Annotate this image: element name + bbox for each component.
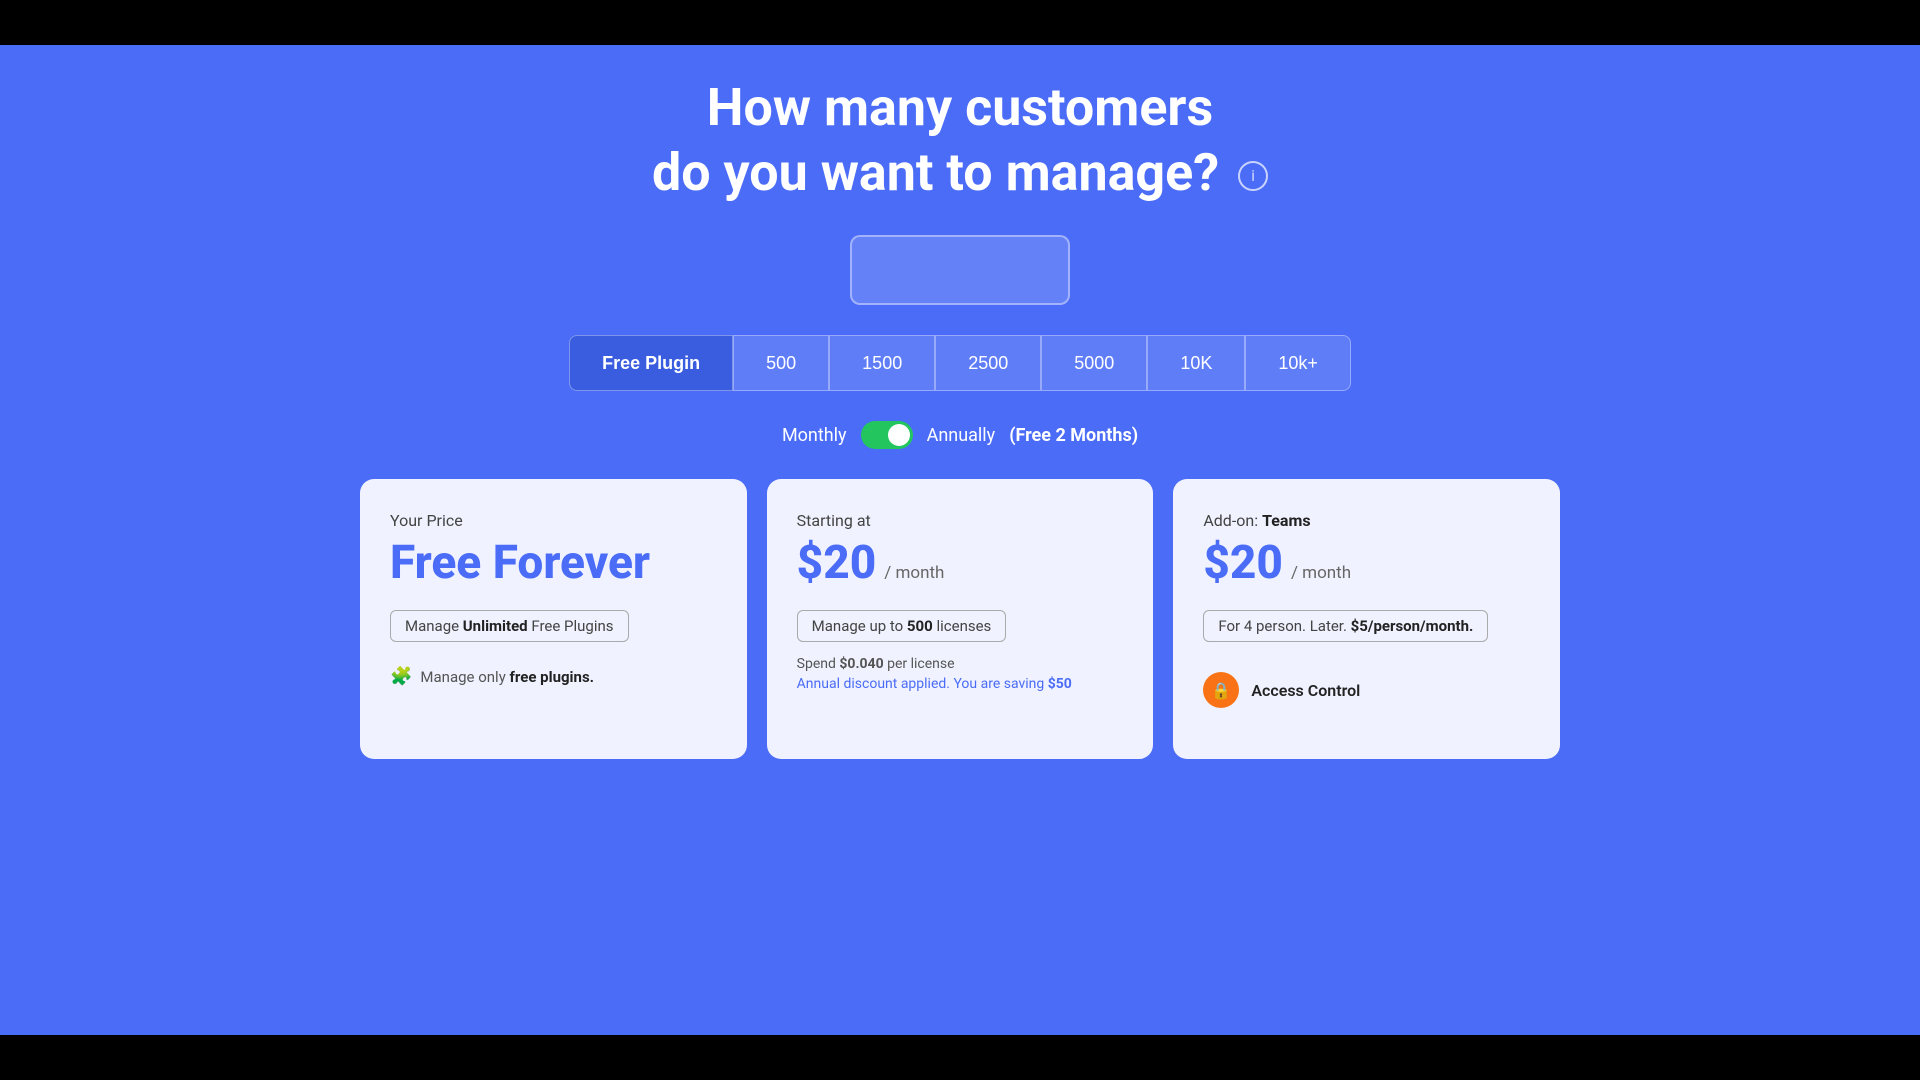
free-card-badge: Manage Unlimited Free Plugins [390, 610, 629, 642]
starter-card-badge: Manage up to 500 licenses [797, 610, 1007, 642]
heading-line2: do you want to manage? [652, 142, 1219, 203]
free-card-label: Your Price [390, 511, 717, 530]
feature-bold: free plugins. [510, 668, 594, 686]
teams-price-amount: $20 [1203, 536, 1283, 590]
starter-spend: Spend $0.040 per license [797, 656, 1124, 672]
free-card-feature: 🧩 Manage only free plugins. [390, 666, 717, 687]
access-control-row: 🔒 Access Control [1203, 672, 1530, 708]
saving-bold: $50 [1048, 676, 1072, 692]
tier-btn-5000[interactable]: 5000 [1041, 335, 1147, 391]
starter-price-period: / month [884, 563, 944, 583]
access-control-icon: 🔒 [1203, 672, 1239, 708]
feature-text: Manage only free plugins. [420, 668, 594, 686]
tier-buttons-group: Free Plugin 500 1500 2500 5000 10K 10k+ [569, 335, 1351, 391]
black-bar-bottom [0, 1035, 1920, 1080]
card-free: Your Price Free Forever Manage Unlimited… [360, 479, 747, 759]
teams-price-period: / month [1291, 563, 1351, 583]
badge-suffix: licenses [933, 617, 992, 635]
billing-toggle[interactable] [861, 421, 913, 449]
teams-addon-label: Add-on: Teams [1203, 511, 1530, 530]
badge-prefix: Manage [405, 617, 463, 635]
main-heading: How many customers do you want to manage… [652, 75, 1268, 205]
badge-suffix: Free Plugins [528, 617, 614, 635]
billing-free-months: (Free 2 Months) [1009, 425, 1138, 446]
tier-btn-free-plugin[interactable]: Free Plugin [569, 335, 733, 391]
card-starter: Starting at $20 / month Manage up to 500… [767, 479, 1154, 759]
billing-toggle-row: Monthly Annually (Free 2 Months) [782, 421, 1138, 449]
teams-for-persons: For 4 person. Later. $5/person/month. [1203, 610, 1488, 642]
badge-bold: 500 [907, 617, 933, 635]
teams-addon-bold: Teams [1262, 511, 1310, 530]
plugin-icon: 🧩 [390, 666, 412, 687]
billing-annually-label: Annually [927, 425, 996, 446]
starter-card-label: Starting at [797, 511, 1124, 530]
tier-btn-2500[interactable]: 2500 [935, 335, 1041, 391]
starter-saving: Annual discount applied. You are saving … [797, 676, 1124, 692]
starter-price-amount: $20 [797, 536, 877, 590]
for-persons-bold: $5/person/month. [1351, 617, 1474, 635]
main-content: How many customers do you want to manage… [0, 45, 1920, 1035]
spend-bold: $0.040 [839, 656, 883, 672]
search-input-box[interactable] [850, 235, 1070, 305]
access-control-label: Access Control [1251, 681, 1360, 700]
card-teams: Add-on: Teams $20 / month For 4 person. … [1173, 479, 1560, 759]
black-bar-top [0, 0, 1920, 45]
heading-line1: How many customers [707, 77, 1213, 138]
tier-btn-1500[interactable]: 1500 [829, 335, 935, 391]
badge-bold: Unlimited [463, 617, 528, 635]
toggle-thumb [888, 424, 910, 446]
starter-price-row: $20 / month [797, 536, 1124, 590]
teams-price-row: $20 / month [1203, 536, 1530, 590]
badge-prefix: Manage up to [812, 617, 907, 635]
tier-btn-10k[interactable]: 10K [1147, 335, 1245, 391]
info-icon[interactable]: i [1238, 161, 1268, 191]
billing-monthly-label: Monthly [782, 425, 847, 446]
tier-btn-500[interactable]: 500 [733, 335, 829, 391]
tier-btn-10k-plus[interactable]: 10k+ [1245, 335, 1351, 391]
pricing-cards-row: Your Price Free Forever Manage Unlimited… [360, 479, 1560, 759]
free-card-price: Free Forever [390, 536, 717, 590]
